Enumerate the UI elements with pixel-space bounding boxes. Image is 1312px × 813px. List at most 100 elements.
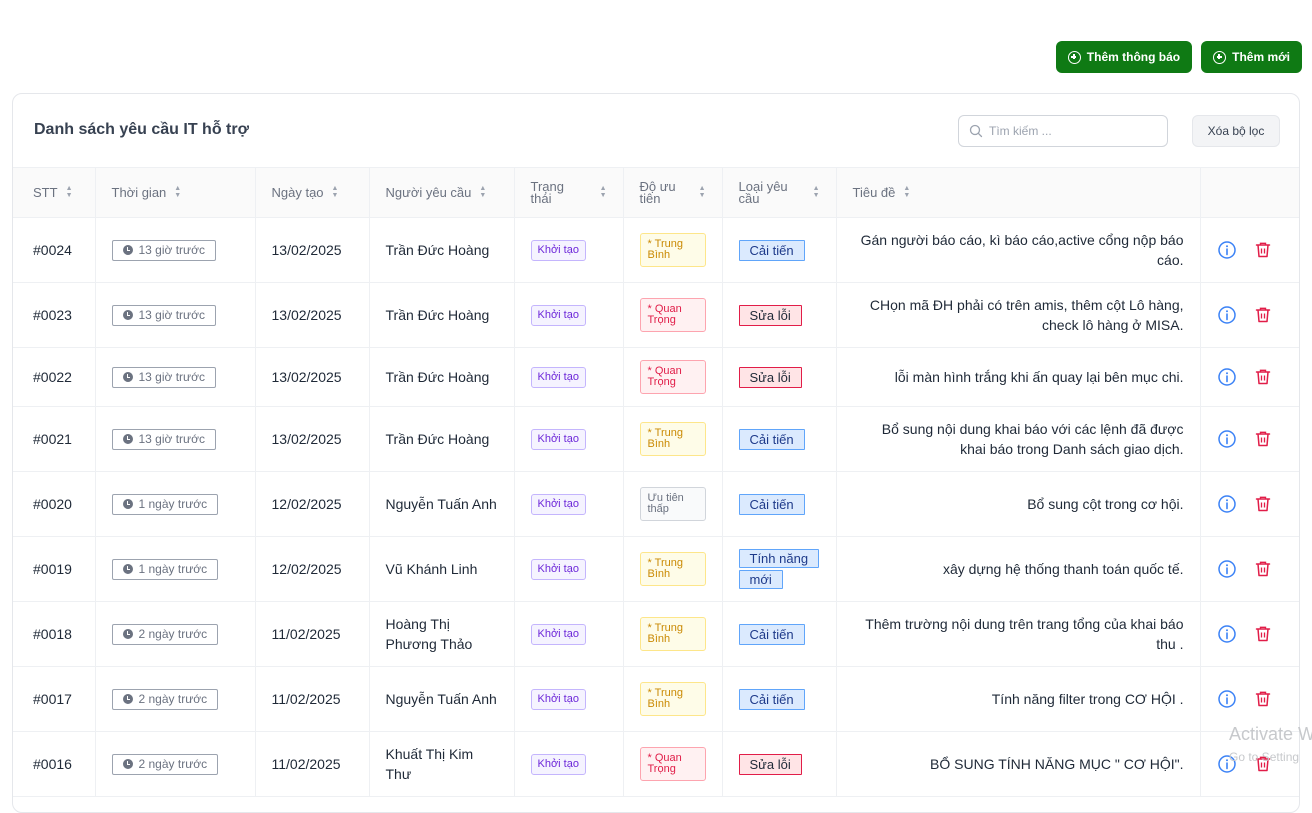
cell-title: Bổ sung cột trong cơ hội. <box>836 471 1201 537</box>
column-type[interactable]: Loại yêu cầu ▲ ▼ <box>722 167 837 218</box>
status-badge: Khởi tạo <box>530 239 586 261</box>
table-row[interactable]: #0017 2 ngày trước 11/02/2025 Nguyễn Tuấ… <box>13 666 1299 732</box>
cell-status: Khởi tạo <box>514 471 624 537</box>
time-tag: 2 ngày trước <box>111 753 219 775</box>
info-circle-icon[interactable] <box>1217 305 1237 325</box>
cell-time: 13 giờ trước <box>95 217 256 283</box>
type-tag: Cải tiến <box>738 428 805 450</box>
cell-type: Cải tiến <box>722 217 837 283</box>
add-new-button[interactable]: Thêm mới <box>1201 41 1302 73</box>
clock-icon <box>122 629 133 639</box>
cell-date: 13/02/2025 <box>255 347 370 407</box>
priority-badge: * Quan Trọng <box>639 298 706 332</box>
card-header: Danh sách yêu cầu IT hỗ trợ Xóa bộ lọc <box>13 94 1299 167</box>
clock-icon <box>122 245 133 255</box>
cell-actions <box>1200 348 1299 407</box>
column-created[interactable]: Ngày tạo ▲ ▼ <box>255 167 370 218</box>
cell-type: Tính năng mới <box>722 536 837 602</box>
activation-watermark: Activate W <box>1229 724 1312 744</box>
trash-icon[interactable] <box>1253 305 1273 325</box>
trash-icon[interactable] <box>1253 689 1273 709</box>
cell-title: Gán người báo cáo, kì báo cáo,active cổn… <box>836 217 1201 283</box>
table-row[interactable]: #0022 13 giờ trước 13/02/2025 Trần Đức H… <box>13 347 1299 407</box>
row-actions <box>1201 240 1300 260</box>
priority-badge: * Trung Bình <box>639 422 706 456</box>
search-input[interactable] <box>989 124 1159 138</box>
trash-icon[interactable] <box>1253 240 1273 260</box>
cell-title: Thêm trường nội dung trên trang tổng của… <box>836 601 1201 667</box>
clock-icon <box>122 310 133 320</box>
cell-title: CHọn mã ĐH phải có trên amis, thêm cột L… <box>836 282 1201 348</box>
add-notice-button[interactable]: Thêm thông báo <box>1055 41 1193 73</box>
cell-time: 1 ngày trước <box>95 471 256 537</box>
cell-requester: Trần Đức Hoàng <box>369 282 515 348</box>
clock-icon <box>122 694 133 704</box>
column-stt[interactable]: STT ▲ ▼ <box>13 167 96 218</box>
trash-icon[interactable] <box>1253 559 1273 579</box>
cell-status: Khởi tạo <box>514 347 624 407</box>
cell-type: Cải tiến <box>722 471 837 537</box>
trash-icon[interactable] <box>1253 494 1273 514</box>
cell-priority: * Quan Trọng <box>623 347 723 407</box>
type-tag: Sửa lỗi <box>738 366 802 388</box>
status-badge: Khởi tạo <box>530 493 586 515</box>
add-notice-label: Thêm thông báo <box>1086 50 1181 64</box>
cell-id: #0021 <box>13 406 96 472</box>
info-circle-icon[interactable] <box>1217 367 1237 387</box>
row-actions <box>1201 494 1300 514</box>
cell-id: #0022 <box>13 347 96 407</box>
cell-status: Khởi tạo <box>514 217 624 283</box>
table-row[interactable]: #0020 1 ngày trước 12/02/2025 Nguyễn Tuấ… <box>13 471 1300 537</box>
table-row[interactable]: #0019 1 ngày trước 12/02/2025 Vũ Khánh L… <box>13 536 1299 602</box>
column-title[interactable]: Tiêu đề ▲ ▼ <box>836 167 1201 218</box>
cell-requester: Nguyễn Tuấn Anh <box>369 666 515 732</box>
trash-icon[interactable] <box>1253 429 1273 449</box>
cell-id: #0024 <box>13 217 96 283</box>
column-actions <box>1200 167 1299 218</box>
table-row[interactable]: #0021 13 giờ trước 13/02/2025 Trần Đức H… <box>13 406 1299 472</box>
clear-filter-button[interactable]: Xóa bộ lọc <box>1192 115 1280 147</box>
type-tag: Cải tiến <box>738 688 805 710</box>
cell-title: lỗi màn hình trắng khi ấn quay lại bên m… <box>836 347 1201 407</box>
column-priority[interactable]: Độ ưu tiên ▲ ▼ <box>623 167 723 218</box>
status-badge: Khởi tạo <box>530 558 586 580</box>
info-circle-icon[interactable] <box>1217 429 1237 449</box>
trash-icon[interactable] <box>1253 624 1273 644</box>
cell-requester: Hoàng Thị Phương Thảo <box>369 601 515 667</box>
info-circle-icon[interactable] <box>1217 689 1237 709</box>
info-circle-icon[interactable] <box>1217 494 1237 514</box>
cell-type: Sửa lỗi <box>722 347 837 407</box>
clock-icon <box>122 499 133 509</box>
cell-requester: Trần Đức Hoàng <box>369 217 515 283</box>
column-time[interactable]: Thời gian ▲ ▼ <box>95 167 256 218</box>
cell-actions <box>1200 407 1299 472</box>
cell-date: 13/02/2025 <box>255 217 370 283</box>
cell-requester: Vũ Khánh Linh <box>369 536 515 602</box>
time-tag: 13 giờ trước <box>111 428 216 450</box>
column-status[interactable]: Trạng thái ▲ ▼ <box>514 167 624 218</box>
info-circle-icon[interactable] <box>1217 240 1237 260</box>
info-circle-icon[interactable] <box>1217 624 1237 644</box>
trash-icon[interactable] <box>1253 367 1273 387</box>
priority-badge: Ưu tiên thấp <box>639 487 706 521</box>
cell-requester: Trần Đức Hoàng <box>369 347 515 407</box>
table-row[interactable]: #0016 2 ngày trước 11/02/2025 Khuất Thị … <box>13 731 1299 797</box>
info-circle-icon[interactable] <box>1217 559 1237 579</box>
time-tag: 1 ngày trước <box>111 493 219 515</box>
search-icon <box>969 124 983 138</box>
cell-priority: * Quan Trọng <box>623 282 723 348</box>
cell-priority: * Trung Bình <box>623 666 723 732</box>
cell-id: #0019 <box>13 536 96 602</box>
cell-date: 12/02/2025 <box>255 471 370 537</box>
table-row[interactable]: #0018 2 ngày trước 11/02/2025 Hoàng Thị … <box>13 601 1299 667</box>
add-new-label: Thêm mới <box>1232 50 1290 64</box>
type-tag: Tính năng mới <box>738 549 820 589</box>
cell-type: Cải tiến <box>722 406 837 472</box>
status-badge: Khởi tạo <box>530 623 586 645</box>
column-requester[interactable]: Người yêu cầu ▲ ▼ <box>369 167 515 218</box>
cell-status: Khởi tạo <box>514 731 624 797</box>
table-row[interactable]: #0023 13 giờ trước 13/02/2025 Trần Đức H… <box>13 282 1299 348</box>
priority-badge: * Trung Bình <box>639 682 706 716</box>
cell-status: Khởi tạo <box>514 601 624 667</box>
table-row[interactable]: #0024 13 giờ trước 13/02/2025 Trần Đức H… <box>13 217 1300 283</box>
